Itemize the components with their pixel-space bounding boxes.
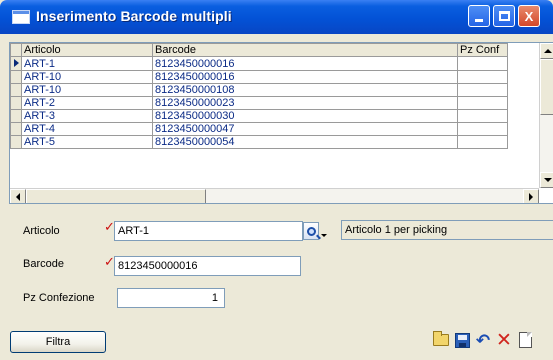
cell-articolo[interactable]: ART-5	[21, 135, 153, 149]
vertical-scrollbar[interactable]	[539, 43, 553, 188]
table-row[interactable]: ART-10 8123450000108	[10, 83, 508, 97]
close-button[interactable]: X	[518, 5, 540, 27]
undo-button[interactable]: ↶	[473, 330, 493, 350]
column-header-barcode[interactable]: Barcode	[152, 43, 458, 57]
delete-button[interactable]: ✕	[494, 330, 514, 350]
cell-barcode[interactable]: 8123450000016	[152, 56, 458, 71]
save-button[interactable]	[452, 330, 472, 350]
column-header-pz-conf[interactable]: Pz Conf	[457, 43, 508, 57]
close-icon: X	[524, 8, 534, 24]
cell-articolo[interactable]: ART-10	[21, 83, 153, 97]
cell-pz-conf[interactable]	[457, 135, 508, 149]
grid-header-row: Articolo Barcode Pz Conf	[10, 43, 508, 57]
table-row[interactable]: ART-3 8123450000030	[10, 109, 508, 123]
barcode-table: Articolo Barcode Pz Conf ART-1 812345000…	[10, 43, 508, 149]
table-row[interactable]: ART-10 8123450000016	[10, 70, 508, 84]
cell-barcode[interactable]: 8123450000023	[152, 96, 458, 110]
filtra-button[interactable]: Filtra	[10, 331, 106, 353]
articolo-description: Articolo 1 per picking	[341, 220, 553, 240]
pz-confezione-label: Pz Confezione	[23, 292, 95, 304]
open-button[interactable]	[431, 330, 451, 350]
cell-pz-conf[interactable]	[457, 83, 508, 97]
row-selector-header	[10, 43, 22, 57]
new-button[interactable]	[515, 330, 535, 350]
cell-articolo[interactable]: ART-3	[21, 109, 153, 123]
window-icon	[12, 10, 30, 24]
column-header-articolo[interactable]: Articolo	[21, 43, 153, 57]
undo-icon: ↶	[475, 330, 491, 350]
cell-articolo[interactable]: ART-10	[21, 70, 153, 84]
row-selector[interactable]	[10, 122, 22, 136]
row-selector[interactable]	[10, 135, 22, 149]
cell-pz-conf[interactable]	[457, 109, 508, 123]
barcode-label: Barcode	[23, 258, 64, 270]
barcode-field[interactable]: 8123450000016	[114, 256, 301, 276]
new-document-icon	[518, 332, 532, 348]
lookup-box	[303, 222, 319, 240]
save-icon	[454, 332, 470, 348]
vertical-scroll-thumb[interactable]	[540, 59, 553, 115]
maximize-icon	[498, 11, 510, 21]
barcode-grid[interactable]: Articolo Barcode Pz Conf ART-1 812345000…	[9, 42, 553, 204]
search-icon	[306, 226, 316, 236]
window-title: Inserimento Barcode multipli	[36, 8, 232, 24]
row-selector[interactable]	[10, 56, 22, 71]
cell-pz-conf[interactable]	[457, 56, 508, 71]
cell-pz-conf[interactable]	[457, 122, 508, 136]
title-bar[interactable]: Inserimento Barcode multipli X	[0, 0, 553, 34]
arrow-right-icon	[529, 193, 533, 201]
table-row[interactable]: ART-1 8123450000016	[10, 56, 508, 71]
row-selector[interactable]	[10, 70, 22, 84]
scroll-down-button[interactable]	[540, 172, 553, 188]
delete-icon: ✕	[496, 329, 512, 351]
minimize-icon	[475, 18, 483, 22]
minimize-button[interactable]	[468, 5, 490, 27]
horizontal-scroll-thumb[interactable]	[26, 189, 206, 203]
cell-articolo[interactable]: ART-1	[21, 56, 153, 71]
scroll-right-button[interactable]	[523, 189, 539, 203]
table-row[interactable]: ART-5 8123450000054	[10, 135, 508, 149]
row-selector[interactable]	[10, 83, 22, 97]
cell-pz-conf[interactable]	[457, 96, 508, 110]
row-selector[interactable]	[10, 96, 22, 110]
arrow-down-icon	[544, 178, 552, 182]
articolo-lookup-button[interactable]	[303, 221, 327, 241]
chevron-down-icon	[321, 233, 327, 237]
pz-confezione-field[interactable]: 1	[117, 288, 225, 308]
cell-articolo[interactable]: ART-4	[21, 122, 153, 136]
cell-barcode[interactable]: 8123450000030	[152, 109, 458, 123]
arrow-up-icon	[544, 49, 552, 53]
scroll-left-button[interactable]	[10, 189, 26, 203]
maximize-button[interactable]	[493, 5, 515, 27]
cell-barcode[interactable]: 8123450000108	[152, 83, 458, 97]
row-pointer-icon	[14, 59, 19, 67]
articolo-field[interactable]: ART-1	[114, 221, 303, 241]
row-selector[interactable]	[10, 109, 22, 123]
table-row[interactable]: ART-4 8123450000047	[10, 122, 508, 136]
folder-open-icon	[433, 331, 449, 346]
cell-barcode[interactable]: 8123450000016	[152, 70, 458, 84]
scroll-up-button[interactable]	[540, 43, 553, 59]
articolo-label: Articolo	[23, 225, 60, 237]
cell-articolo[interactable]: ART-2	[21, 96, 153, 110]
cell-pz-conf[interactable]	[457, 70, 508, 84]
table-row[interactable]: ART-2 8123450000023	[10, 96, 508, 110]
horizontal-scrollbar[interactable]	[10, 188, 539, 203]
arrow-left-icon	[16, 193, 20, 201]
cell-barcode[interactable]: 8123450000054	[152, 135, 458, 149]
cell-barcode[interactable]: 8123450000047	[152, 122, 458, 136]
